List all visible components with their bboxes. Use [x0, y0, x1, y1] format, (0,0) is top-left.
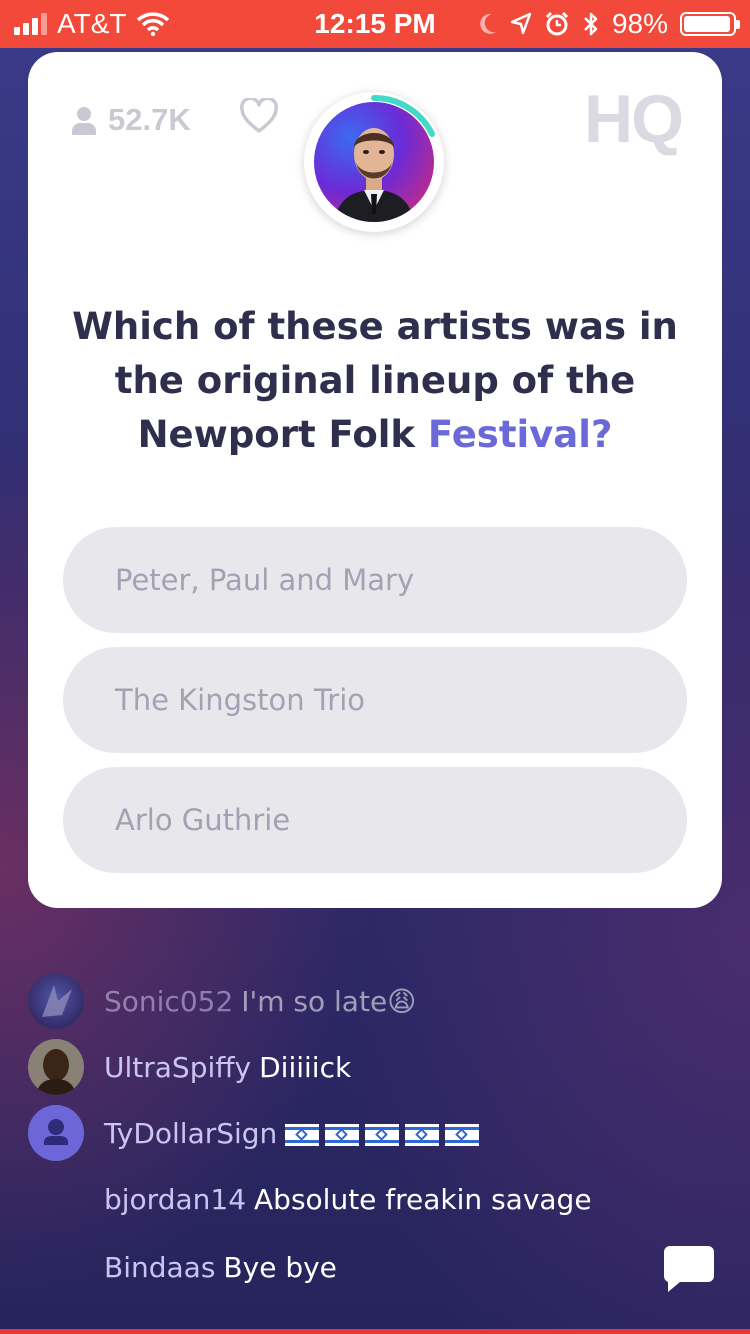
- israel-flag-icon: [445, 1123, 480, 1146]
- hq-logo: HQ: [584, 81, 684, 157]
- host-avatar: [304, 92, 444, 232]
- answer-label: Arlo Guthrie: [115, 803, 291, 837]
- viewer-count-label: 52.7K: [108, 102, 191, 137]
- answer-option-3[interactable]: Arlo Guthrie: [63, 767, 687, 873]
- chat-username: TyDollarSign: [104, 1116, 278, 1150]
- user-icon: [72, 107, 96, 135]
- chat-username: UltraSpiffy: [104, 1050, 252, 1084]
- israel-flag-icon: [325, 1123, 360, 1146]
- answer-label: The Kingston Trio: [115, 683, 366, 717]
- answer-label: Peter, Paul and Mary: [115, 563, 415, 597]
- chat-message-text: Bye bye: [223, 1250, 337, 1284]
- chat-message: Bindaas Bye bye: [104, 1238, 337, 1296]
- alarm-icon: [545, 11, 569, 36]
- avatar: [28, 1039, 84, 1095]
- user-icon: [44, 1119, 68, 1145]
- progress-bar: [0, 1329, 750, 1334]
- chat-message-text: Diiiiick: [259, 1050, 352, 1084]
- chat-message-text: Absolute freakin savage: [254, 1182, 592, 1216]
- location-icon: [510, 12, 532, 35]
- avatar: [28, 973, 84, 1029]
- heart-icon[interactable]: [240, 98, 278, 134]
- israel-flag-icons: [285, 1123, 480, 1146]
- moon-icon: [480, 13, 496, 34]
- question-card: 52.7K HQ Which of these artists was in t…: [28, 52, 722, 908]
- chat-username: Sonic052: [104, 984, 234, 1018]
- bluetooth-icon: [584, 12, 598, 36]
- avatar: [28, 1105, 84, 1161]
- answer-option-2[interactable]: The Kingston Trio: [63, 647, 687, 753]
- chat-username: Bindaas: [104, 1250, 216, 1284]
- chat-bubble-icon[interactable]: [662, 1244, 716, 1294]
- status-bar: AT&T 12:15 PM 98%: [0, 0, 750, 48]
- chat-message-text: I'm so late😩: [241, 984, 417, 1018]
- battery-icon: [680, 12, 740, 36]
- chat-message: bjordan14 Absolute freakin savage: [104, 1170, 592, 1228]
- israel-flag-icon: [365, 1123, 400, 1146]
- chat-message: UltraSpiffy Diiiiick: [28, 1038, 351, 1096]
- chat-message: Sonic052 I'm so late😩: [28, 972, 416, 1030]
- question-text: Which of these artists was in the origin…: [68, 300, 682, 462]
- israel-flag-icon: [285, 1123, 320, 1146]
- status-right: 98%: [478, 8, 740, 40]
- host-photo: [314, 102, 434, 222]
- chat-message: TyDollarSign: [28, 1104, 480, 1162]
- battery-percent: 98%: [611, 8, 668, 39]
- question-accent: Festival?: [427, 413, 613, 456]
- viewer-count: 52.7K: [70, 102, 191, 138]
- chat-username: bjordan14: [104, 1182, 247, 1216]
- israel-flag-icon: [405, 1123, 440, 1146]
- answer-option-1[interactable]: Peter, Paul and Mary: [63, 527, 687, 633]
